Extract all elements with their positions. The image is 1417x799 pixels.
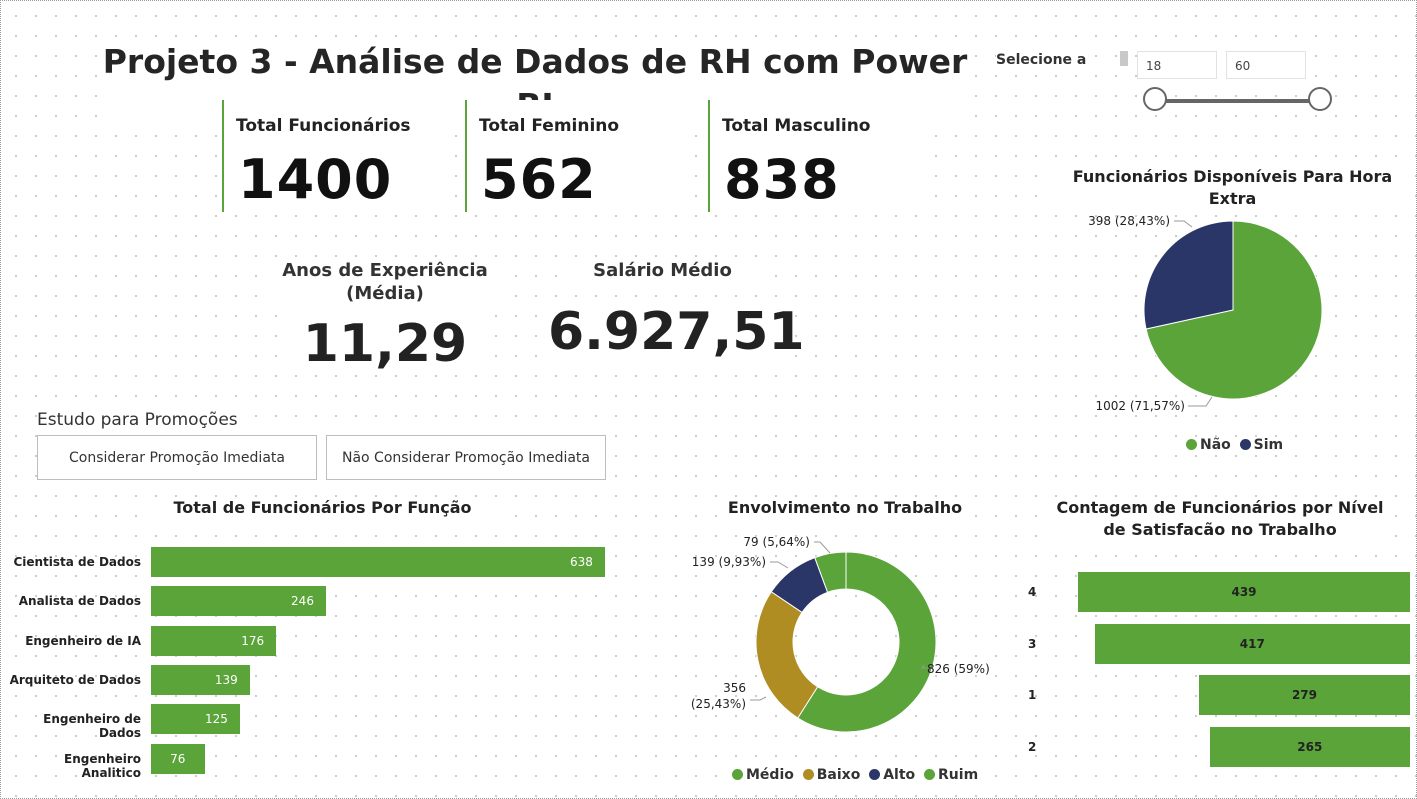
leader-line (1188, 396, 1213, 407)
legend-item-baixo[interactable]: Baixo (799, 767, 861, 783)
data-label: 79 (5,64%) (743, 535, 810, 549)
chart-hora-extra: 1002 (71,57%) 398 (28,43%) (1088, 214, 1323, 413)
bar-label: 2 (1028, 740, 1037, 755)
legend-item-medio[interactable]: Médio (732, 767, 794, 783)
legend-dot (869, 769, 881, 780)
card-label: Total Masculino (722, 116, 871, 136)
chart-satisfacao-title: Contagem de Funcionários por Nível de Sa… (1050, 497, 1390, 541)
bar-label: 4 (1028, 585, 1037, 599)
slicer-label: Selecione a (996, 52, 1087, 68)
leader-line (770, 561, 789, 569)
bar-value-label: 76 (170, 751, 186, 766)
bar-label: Analista de Dados (18, 594, 141, 609)
bar-label: Cientista de Dados (13, 555, 141, 569)
promocoes-label: Estudo para Promoções (37, 410, 238, 430)
kpi-experiencia-value: 11,29 (285, 314, 485, 374)
slicer-max-input[interactable]: 60 (1226, 51, 1306, 79)
bar-label: 3 (1028, 636, 1037, 651)
bar-value-label: 176 (241, 633, 265, 648)
data-label: 398 (28,43%) (1088, 214, 1170, 228)
legend-dot (1186, 439, 1197, 450)
card-value: 838 (724, 148, 840, 211)
bar-value-label: 439 (1231, 585, 1257, 599)
legend-item-nao[interactable]: Não (1186, 437, 1231, 453)
leader-line (1174, 220, 1193, 228)
slider-max-knob[interactable] (1308, 87, 1332, 111)
bar-label: 1 (1028, 688, 1037, 703)
chart-satisfacao: 4 439 3 417 1 279 2 265 (1010, 565, 1410, 775)
card-total-masculino: Total Masculino 838 (708, 100, 935, 212)
kpi-salario-value: 6.927,51 (548, 302, 805, 362)
chart-funcao-title: Total de Funcionários Por Função (140, 497, 505, 519)
bar-value-label: 638 (570, 555, 593, 569)
legend-dot (802, 769, 814, 780)
bar-label: Engenheiro de IA (25, 633, 141, 648)
legend-item-alto[interactable]: Alto (865, 767, 915, 783)
slider-min-knob[interactable] (1143, 87, 1167, 111)
bar-value-label: 279 (1291, 688, 1318, 703)
bar-value-label: 139 (214, 672, 238, 687)
bar-value-label: 246 (291, 594, 314, 609)
chart-envolvimento-title: Envolvimento no Trabalho (720, 497, 970, 519)
kpi-label-line2: (Média) (346, 283, 424, 304)
card-value: 562 (481, 148, 597, 211)
data-label: 356 (723, 681, 746, 695)
legend-envolvimento: Médio Baixo Alto Ruim (732, 767, 979, 783)
legend-label: Baixo (816, 767, 861, 783)
legend-item-sim[interactable]: Sim (1236, 437, 1283, 453)
legend-dot (1239, 439, 1251, 450)
chart-funcao: Cientista de Dados 638 Analista de Dados 24… (0, 540, 640, 780)
card-total-funcionarios: Total Funcionários 1400 (222, 100, 449, 212)
card-value: 1400 (238, 148, 393, 211)
card-label: Total Feminino (479, 116, 620, 136)
bar[interactable] (151, 547, 605, 577)
leader-line (750, 696, 767, 701)
legend-label: Alto (883, 767, 916, 783)
legend-hora-extra: Não Sim (1186, 437, 1284, 453)
legend-dot (924, 769, 936, 780)
card-total-feminino: Total Feminino 562 (465, 100, 692, 212)
bar-label: Engenheiro de Dados (43, 712, 141, 741)
data-label: (25,43%) (691, 697, 746, 711)
data-label: 139 (9,93%) (692, 555, 766, 569)
legend-item-ruim[interactable]: Ruim (920, 767, 978, 783)
leader-line (814, 541, 831, 554)
kpi-experiencia-label: Anos de Experiência (Média) (270, 259, 500, 305)
legend-label: Sim (1253, 437, 1284, 453)
pie-slice[interactable] (755, 591, 819, 719)
legend-dot (732, 769, 743, 780)
considerar-promocao-button[interactable]: Considerar Promoção Imediata (37, 435, 317, 480)
kpi-label-line1: Anos de Experiência (282, 260, 488, 281)
slicer-resize-handle[interactable] (1120, 51, 1128, 66)
card-label: Total Funcionários (236, 116, 411, 136)
data-label: 1002 (71,57%) (1096, 399, 1185, 413)
bar-value-label: 417 (1239, 636, 1265, 651)
bar-label: Arquiteto de Dados (9, 672, 141, 687)
bar-value-label: 125 (204, 712, 228, 727)
legend-label: Médio (746, 767, 794, 783)
bar-label: Engenheiro Analitico (64, 751, 141, 780)
data-label: 826 (59%) (927, 662, 990, 676)
legend-label: Não (1200, 437, 1231, 453)
bar-value-label: 265 (1297, 740, 1323, 755)
slider-track[interactable] (1154, 99, 1320, 103)
legend-label: Ruim (938, 767, 979, 783)
nao-considerar-promocao-button[interactable]: Não Considerar Promoção Imediata (326, 435, 606, 480)
pie-slice[interactable] (1143, 220, 1234, 330)
chart-envolvimento: 826 (59%) 356 (25,43%) 139 (9,93%) 79 (5,64%… (691, 535, 990, 733)
kpi-salario-label: Salário Médio (560, 259, 765, 282)
slicer-min-input[interactable]: 18 (1137, 51, 1217, 79)
